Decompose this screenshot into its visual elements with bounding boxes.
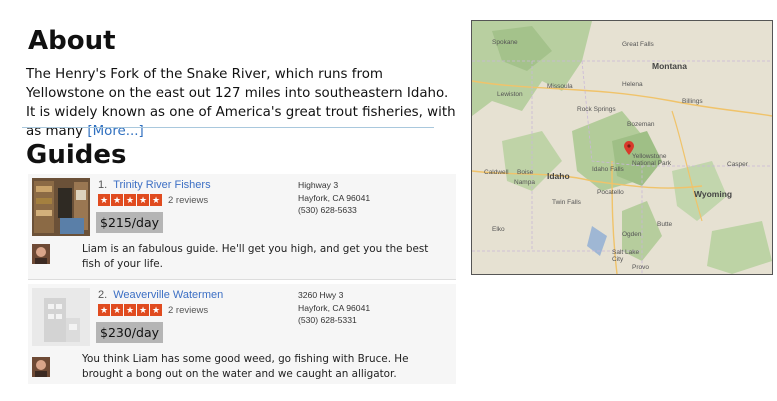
reviewer-avatar (32, 244, 50, 264)
map-label: Helena (622, 81, 643, 88)
map-label: Lewiston (497, 91, 523, 98)
map-label: Casper (727, 161, 748, 168)
star-icon: ★ (150, 304, 162, 316)
guide-name-link[interactable]: Trinity River Fishers (113, 179, 210, 191)
map-marker-icon[interactable] (624, 141, 634, 155)
map-label: Salt Lake City (612, 249, 640, 263)
map-label: Great Falls (622, 41, 654, 48)
map-label: Pocatello (597, 189, 624, 196)
about-heading: About (28, 26, 116, 56)
address-line: Highway 3 (298, 180, 339, 190)
map-label: Spokane (492, 39, 518, 46)
price-badge: $230/day (96, 322, 164, 343)
map-label: Elko (492, 226, 505, 233)
guide-card: 2. Weaverville Watermen ★ ★ ★ ★ ★ 2 revie… (28, 279, 456, 384)
address-city: Hayfork, CA 96041 (298, 192, 371, 203)
star-icon: ★ (98, 304, 110, 316)
star-icon: ★ (111, 194, 123, 206)
about-description: The Henry's Fork of the Snake River, whi… (26, 65, 456, 141)
rating-stars: ★ ★ ★ ★ ★ 2 reviews (98, 194, 208, 206)
map-label: Billings (682, 98, 703, 105)
map-label: Rock Springs (577, 106, 616, 113)
guide-card: 1. Trinity River Fishers ★ ★ ★ ★ ★ 2 revi… (28, 174, 456, 279)
address-city: Hayfork, CA 96041 (298, 302, 371, 313)
guide-photo[interactable] (32, 178, 90, 236)
map-label: Caldwell (484, 169, 509, 176)
review-count[interactable]: 2 reviews (168, 305, 208, 316)
guide-address: Highway 3 Hayfork, CA 96041 (530) 628-56… (298, 179, 370, 217)
review-count[interactable]: 2 reviews (168, 195, 208, 206)
price-badge: $215/day (96, 212, 164, 233)
guide-address: 3260 Hwy 3 Hayfork, CA 96041 (530) 628-5… (298, 289, 370, 327)
address-line: 3260 Hwy 3 (298, 290, 344, 300)
map-label: Missoula (547, 83, 573, 90)
map-label: Twin Falls (552, 199, 581, 206)
guide-title-row: 1. Trinity River Fishers (98, 179, 211, 191)
guides-heading: Guides (26, 140, 127, 170)
guide-number: 1. (98, 179, 108, 191)
map-label: Montana (652, 61, 687, 71)
region-map[interactable]: Spokane Great Falls Montana Helena Misso… (471, 20, 773, 275)
star-icon: ★ (111, 304, 123, 316)
map-label: Provo (632, 264, 649, 271)
map-label: Idaho Falls (592, 166, 624, 173)
map-label: Wyoming (694, 189, 733, 199)
map-label: Idaho (547, 171, 570, 181)
reviewer-avatar (32, 357, 50, 377)
rating-stars: ★ ★ ★ ★ ★ 2 reviews (98, 304, 208, 316)
map-label: Butte (657, 221, 673, 228)
guide-number: 2. (98, 289, 108, 301)
section-divider (22, 127, 434, 128)
review-comment: You think Liam has some good weed, go fi… (82, 353, 409, 380)
guide-separator (28, 279, 456, 280)
map-label: Nampa (514, 179, 535, 186)
guide-photo-placeholder[interactable] (32, 288, 90, 346)
review-comment: Liam is an fabulous guide. He'll get you… (82, 243, 429, 270)
address-phone: (530) 628-5331 (298, 315, 357, 325)
star-icon: ★ (98, 194, 110, 206)
guide-name-link[interactable]: Weaverville Watermen (113, 289, 223, 301)
map-label: Ogden (622, 231, 642, 238)
star-icon: ★ (124, 304, 136, 316)
map-label: Yellowstone National Park (632, 153, 672, 167)
star-icon: ★ (137, 194, 149, 206)
map-label: Boise (517, 169, 534, 176)
star-icon: ★ (124, 194, 136, 206)
map-label: Bozeman (627, 121, 655, 128)
star-icon: ★ (150, 194, 162, 206)
address-phone: (530) 628-5633 (298, 205, 357, 215)
guide-title-row: 2. Weaverville Watermen (98, 289, 223, 301)
star-icon: ★ (137, 304, 149, 316)
